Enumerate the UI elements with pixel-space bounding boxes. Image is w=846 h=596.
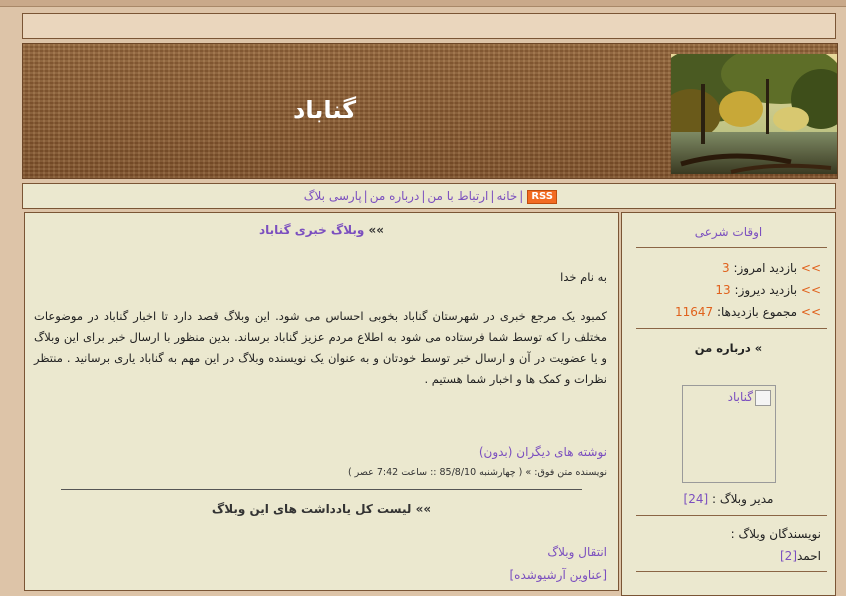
blog-title: گناباد bbox=[293, 96, 357, 124]
stat-today-value: 3 bbox=[721, 261, 730, 275]
all-posts-link[interactable]: لیست کل یادداشت های این وبلاگ bbox=[212, 502, 411, 516]
stat-yesterday-value: 13 bbox=[715, 283, 731, 297]
window-top-edge bbox=[0, 0, 846, 7]
nav-bar: RSS|خانه|ارتباط با من|درباره من|پارسی بل… bbox=[22, 183, 836, 209]
sidebar-divider bbox=[636, 247, 827, 248]
blog-writer: احمد[2] bbox=[780, 549, 821, 563]
stat-total-value: 11647 bbox=[674, 305, 714, 319]
all-posts-arrows: »» bbox=[415, 502, 432, 516]
post-meta: نویسنده متن فوق: » ( چهارشنبه 85/8/10 ::… bbox=[347, 467, 607, 478]
author-image-alt: گناباد bbox=[727, 390, 753, 404]
blog-writer-link[interactable]: [2] bbox=[780, 549, 797, 563]
stat-today: >> بازدید امروز: 3 bbox=[722, 261, 821, 275]
stat-total-label: مجموع بازدیدها: bbox=[716, 305, 798, 319]
post-text: کمبود یک مرجع خبری در شهرستان گناباد بخو… bbox=[34, 309, 607, 386]
stat-today-label: بازدید امروز: bbox=[733, 261, 798, 275]
stat-yesterday-label: بازدید دیروز: bbox=[734, 283, 798, 297]
main-content: »» وبلاگ خبری گناباد به نام خدا کمبود یک… bbox=[24, 212, 619, 591]
nav-home-link[interactable]: خانه bbox=[496, 189, 517, 203]
top-bar bbox=[22, 13, 836, 39]
nav-separator: | bbox=[519, 189, 524, 203]
transfer-blog-link[interactable]: انتقال وبلاگ bbox=[547, 545, 607, 559]
blog-manager-label: مدیر وبلاگ : bbox=[712, 492, 774, 506]
archive-titles-link[interactable]: [عناوین آرشیوشده] bbox=[509, 568, 607, 582]
stat-arrow-icon: >> bbox=[800, 305, 821, 319]
author-image: گناباد bbox=[682, 385, 776, 483]
post-body: به نام خدا کمبود یک مرجع خبری در شهرستان… bbox=[34, 267, 607, 390]
nav-separator: | bbox=[490, 189, 495, 203]
prayer-times-link[interactable]: اوقات شرعی bbox=[622, 225, 835, 239]
post-heading-arrows: »» bbox=[368, 223, 384, 237]
stat-arrow-icon: >> bbox=[800, 261, 821, 275]
sidebar-divider bbox=[636, 328, 827, 329]
nav-separator: | bbox=[421, 189, 426, 203]
nav-separator: | bbox=[363, 189, 368, 203]
post-divider bbox=[61, 489, 582, 490]
sidebar-divider bbox=[636, 515, 827, 516]
post-heading: »» وبلاگ خبری گناباد bbox=[25, 223, 618, 237]
nav-about-link[interactable]: درباره من bbox=[370, 189, 420, 203]
stat-arrow-icon: >> bbox=[800, 283, 821, 297]
nav-contact-link[interactable]: ارتباط با من bbox=[427, 189, 488, 203]
post-greeting: به نام خدا bbox=[560, 270, 607, 284]
header-landscape-photo bbox=[671, 54, 837, 174]
broken-image-icon bbox=[755, 390, 771, 406]
blog-header: گناباد bbox=[22, 43, 838, 179]
sidebar-divider bbox=[636, 571, 827, 572]
post-title-link[interactable]: وبلاگ خبری گناباد bbox=[259, 223, 364, 237]
sidebar: اوقات شرعی >> بازدید امروز: 3 >> بازدید … bbox=[621, 212, 836, 596]
nav-parsiblog-link[interactable]: پارسی بلاگ bbox=[304, 189, 362, 203]
comments-link[interactable]: نوشته های دیگران (بدون) bbox=[479, 445, 607, 459]
rss-icon[interactable]: RSS bbox=[527, 189, 557, 204]
blog-writers-label: نویسندگان وبلاگ : bbox=[730, 527, 821, 541]
blog-manager: مدیر وبلاگ : [24] bbox=[622, 492, 835, 506]
stat-yesterday: >> بازدید دیروز: 13 bbox=[715, 283, 821, 297]
about-me-heading: » درباره من bbox=[694, 341, 763, 355]
blog-writer-name: احمد bbox=[797, 549, 821, 563]
all-posts-heading: »» لیست کل یادداشت های این وبلاگ bbox=[25, 502, 618, 516]
stat-total: >> مجموع بازدیدها: 11647 bbox=[675, 305, 821, 319]
blog-manager-link[interactable]: [24] bbox=[684, 492, 709, 506]
